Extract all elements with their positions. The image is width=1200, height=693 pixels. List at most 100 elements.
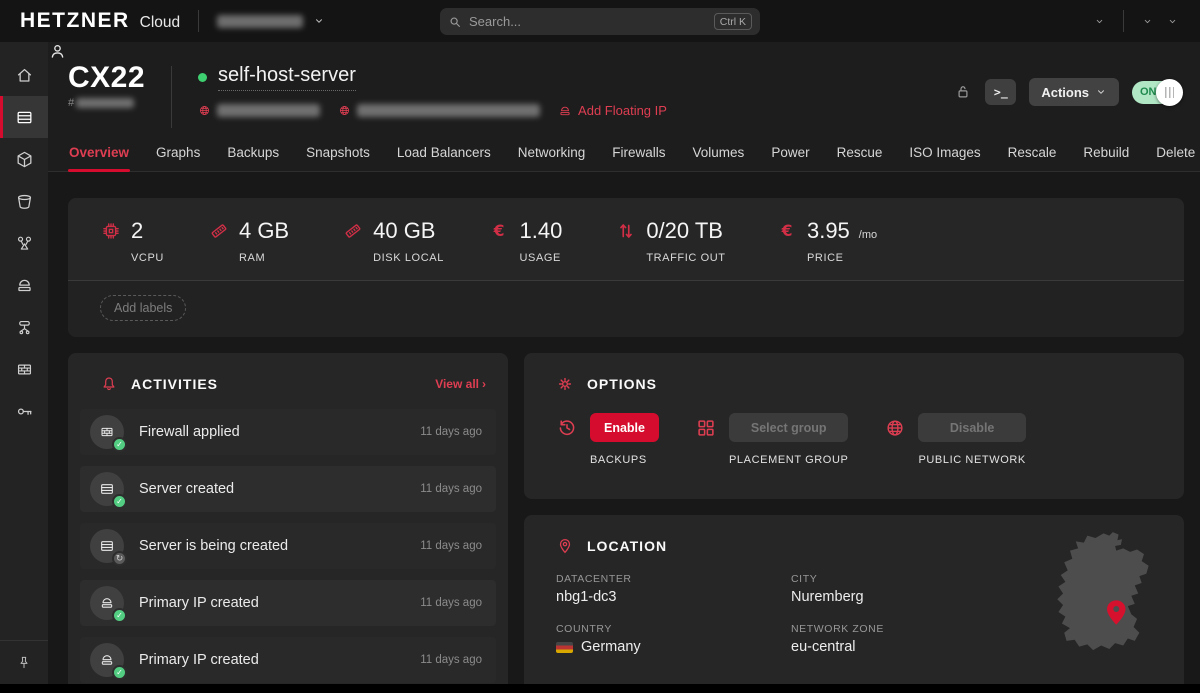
bucket-icon [15,192,34,211]
add-floating-ip-label: Add Floating IP [578,103,667,118]
object-storage[interactable] [0,180,48,222]
logo-text: HETZNER [20,9,130,33]
pushpin-icon [16,655,32,671]
public-network-icon [884,417,906,439]
tab[interactable]: Rebuild [1082,139,1130,171]
console-button[interactable]: >_ [985,79,1016,105]
tab[interactable]: Power [770,139,810,171]
tab[interactable]: Firewalls [611,139,666,171]
option-label: PUBLIC NETWORK [918,454,1025,466]
load-balancers[interactable] [0,222,48,264]
main-area: CX22 # self-host-server [48,42,1200,684]
search-shortcut-badge: Ctrl K [714,13,752,30]
power-toggle[interactable]: ON [1132,81,1180,104]
account-menu[interactable] [1167,16,1178,27]
toggle-knob[interactable] [1156,79,1183,106]
notifications-menu[interactable] [1094,16,1105,27]
stat-value: 3.95 [807,218,850,244]
pin-sidebar-button[interactable] [0,640,48,684]
option-button[interactable]: Select group [729,413,848,442]
tab[interactable]: Volumes [692,139,746,171]
lock-icon[interactable] [954,83,972,101]
activity-avatar [90,643,124,677]
activity-row: Server created 11 days ago [80,466,496,512]
tab[interactable]: Delete [1155,139,1196,171]
location-field-label: NETWORK ZONE [791,623,1026,635]
load-balancer-icon [15,234,34,253]
tab[interactable]: Snapshots [305,139,371,171]
volumes[interactable] [0,138,48,180]
redacted-ipv4 [217,104,320,117]
status-badge-icon [112,665,127,680]
traffic-icon [615,220,637,242]
header-actions: >_ Actions ON [954,62,1180,106]
stat: 3.95 /mo PRICE [776,218,877,264]
tab[interactable]: Overview [68,139,130,171]
tab[interactable]: Rescue [836,139,884,171]
tab[interactable]: Graphs [155,139,201,171]
security[interactable] [0,390,48,432]
firewalls[interactable] [0,348,48,390]
options-title: OPTIONS [587,376,657,392]
gear-icon [556,375,574,393]
activities-panel: ACTIVITIES View all › [68,353,508,684]
option-label: BACKUPS [590,454,659,466]
option-button[interactable]: Enable [590,413,659,442]
view-all-link[interactable]: View all › [435,377,486,391]
chevron-down-icon [1095,86,1107,98]
activity-avatar [90,415,124,449]
add-floating-ip-button[interactable]: Add Floating IP [558,103,667,118]
activity-text: Primary IP created [139,652,259,668]
topbar: HETZNER Cloud Ctrl K [0,0,1200,42]
servers[interactable] [0,96,48,138]
activity-row: Server is being created 11 days ago [80,523,496,569]
tab[interactable]: Backups [226,139,280,171]
tab[interactable]: Rescale [1007,139,1058,171]
tab[interactable]: Load Balancers [396,139,492,171]
search-input[interactable] [469,14,707,29]
activity-row: Primary IP created 11 days ago [80,580,496,626]
primary-ip-icon [99,595,115,611]
germany-map [1046,531,1168,679]
server-name[interactable]: self-host-server [218,64,356,91]
product-name: Cloud [140,14,181,32]
server-icon [99,481,115,497]
project-switcher[interactable] [217,15,325,28]
server-id: # [68,97,145,109]
search-bar[interactable]: Ctrl K [440,8,760,35]
search-icon [448,15,462,29]
floating-ips[interactable] [0,264,48,306]
tab[interactable]: Networking [517,139,587,171]
server-type-block: CX22 # [68,62,145,109]
key-icon [15,402,34,421]
actions-button[interactable]: Actions [1029,78,1119,106]
hetzner-logo[interactable]: HETZNER Cloud [20,9,180,33]
networks[interactable] [0,306,48,348]
home[interactable] [0,54,48,96]
stat-value: 2 [131,218,143,244]
stat-label: VCPU [100,252,164,264]
stat: 0/20 TB TRAFFIC OUT [615,218,732,264]
activity-time: 11 days ago [420,483,482,495]
chevron-right-icon: › [482,377,486,391]
stat-label: PRICE [776,252,877,264]
stat: 2 VCPU [100,218,164,264]
activity-text: Server created [139,481,234,497]
server-icon [99,538,115,554]
server-stats-panel: 2 VCPU 4 GB RAM [68,198,1184,337]
activity-row: Primary IP created 11 days ago [80,637,496,683]
stat-label: DISK LOCAL [342,252,444,264]
apps-menu[interactable] [1142,16,1153,27]
firewall-icon [15,360,34,379]
activity-time: 11 days ago [420,426,482,438]
primary-ip-icon [99,652,115,668]
tab[interactable]: ISO Images [908,139,981,171]
map-pin-icon [556,537,574,555]
server-ips-row: Add Floating IP [198,103,667,118]
option-button[interactable]: Disable [918,413,1025,442]
activities-list: Firewall applied 11 days ago Server crea… [68,409,508,684]
firewall-icon [99,424,115,440]
euro-icon [488,220,510,242]
stat: 40 GB DISK LOCAL [342,218,444,264]
add-labels-button[interactable]: Add labels [100,295,186,321]
